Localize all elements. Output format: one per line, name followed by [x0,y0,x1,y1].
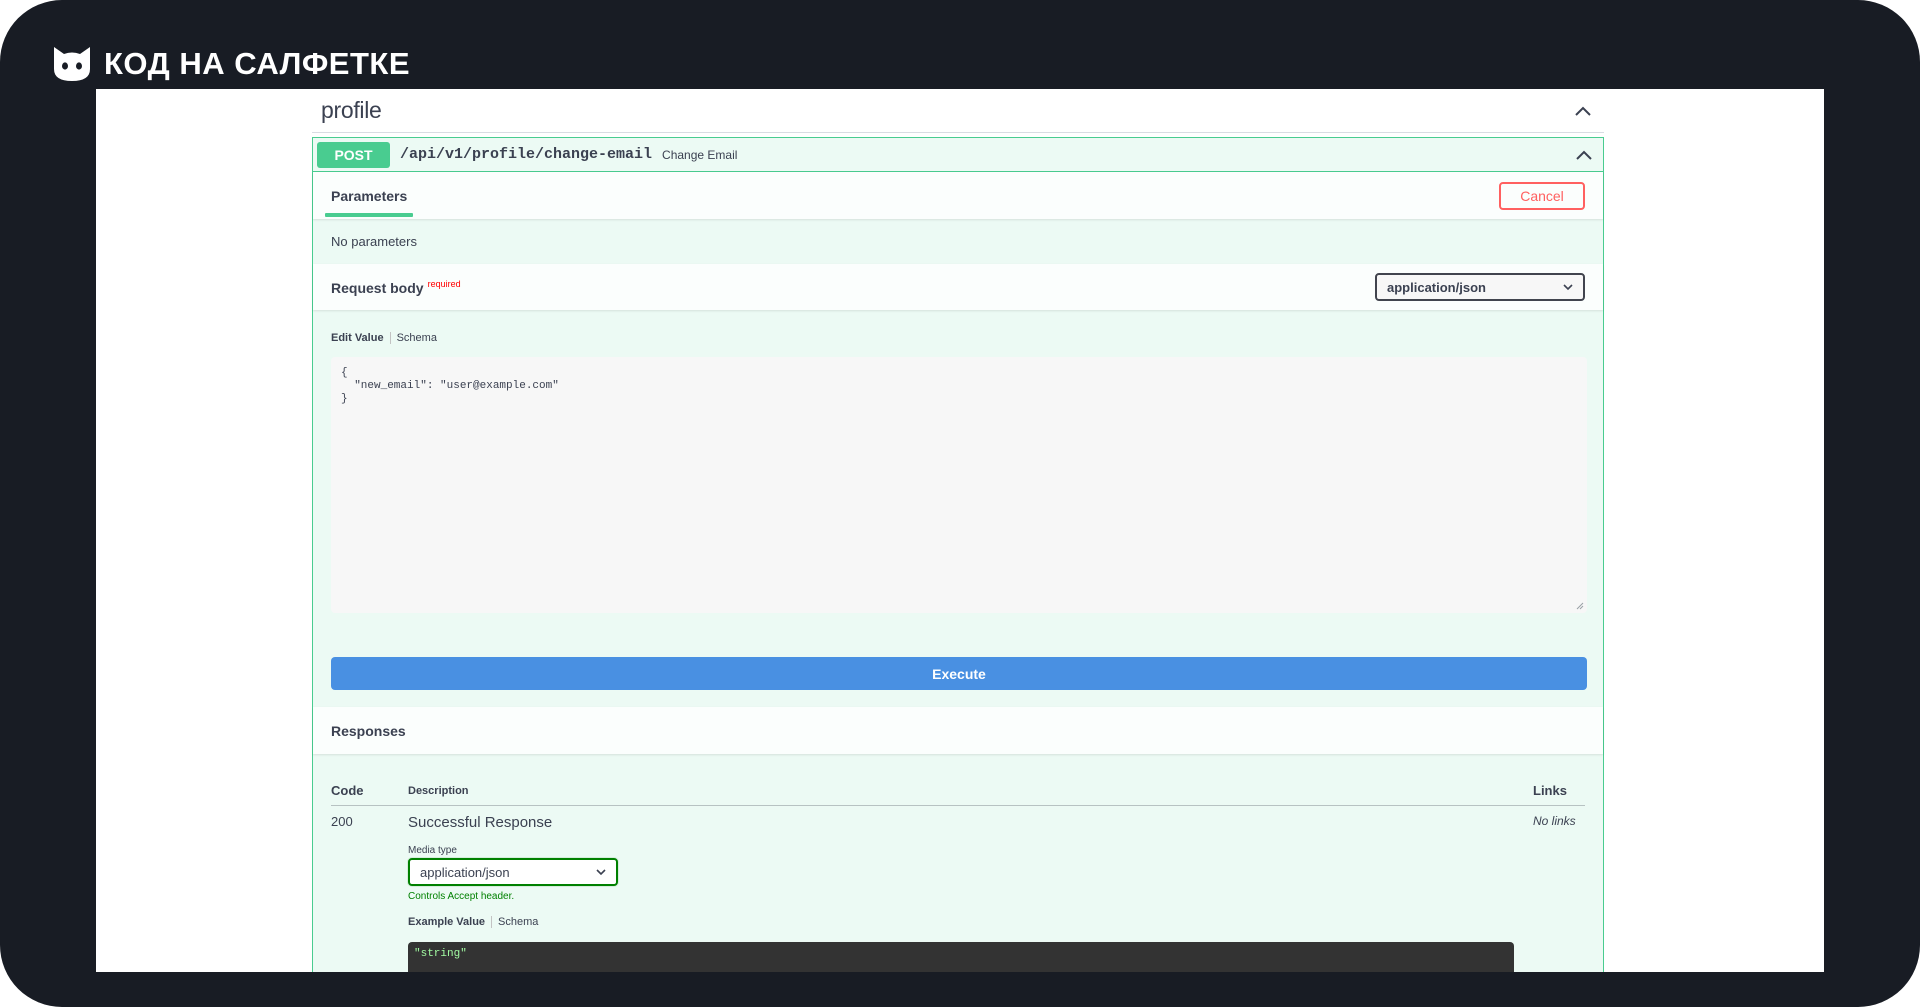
example-value-code: "string" [408,942,1514,972]
chevron-down-icon [1563,283,1573,290]
table-row: 200 Successful Response Media type appli… [331,806,1585,972]
controls-accept-hint: Controls Accept header. [408,891,515,902]
chevron-up-icon[interactable] [1575,149,1593,161]
tab-example-value[interactable]: Example Value [408,916,485,928]
cat-head-icon [54,47,90,81]
tab-edit-value[interactable]: Edit Value [331,332,384,344]
response-code: 200 [331,814,353,829]
operation-block: POST /api/v1/profile/change-email Change… [312,137,1604,972]
response-media-type-value: application/json [420,864,510,880]
browser-viewport: profile POST /api/v1/profile/change-emai… [96,89,1824,972]
brand-name: КОД НА САЛФЕТКЕ [104,46,411,81]
tab-schema[interactable]: Schema [397,332,437,344]
column-description: Description [408,784,469,797]
request-content-type-select[interactable]: application/json [1375,273,1585,301]
request-content-type-value: application/json [1387,279,1486,295]
parameters-header: Parameters Cancel [313,172,1603,219]
responses-title: Responses [331,722,406,739]
tab-divider [389,332,391,344]
operation-summary-text: Change Email [662,147,738,162]
execute-button[interactable]: Execute [331,657,1587,690]
request-body-tabs: Edit Value Schema [331,332,1585,344]
request-body-title: Request body required [331,279,461,296]
cancel-button[interactable]: Cancel [1499,181,1585,210]
tab-response-schema[interactable]: Schema [498,916,538,928]
responses-table-header: Code Description Links [331,776,1585,806]
video-frame: КОД НА САЛФЕТКЕ profile POST /api/v1/pro… [0,0,1920,1007]
example-tabs: Example Value Schema [408,916,1533,928]
collapse-toggle[interactable] [1575,149,1593,161]
request-body-textarea[interactable]: { "new_email": "user@example.com" } [331,357,1587,613]
media-type-label: Media type [408,845,457,856]
response-description-cell: Successful Response Media type applicati… [408,814,1533,972]
tag-section-header[interactable]: profile [312,89,1604,133]
operation-summary[interactable]: POST /api/v1/profile/change-email Change… [313,138,1603,172]
tab-parameters[interactable]: Parameters [324,172,414,219]
column-links: Links [1533,783,1567,798]
no-parameters-text: No parameters [331,234,417,249]
request-body-value: { "new_email": "user@example.com" } [341,367,559,405]
required-badge: required [427,278,461,289]
response-media-type-select[interactable]: application/json [408,858,618,886]
column-code: Code [331,783,364,798]
chevron-down-icon [596,868,606,875]
request-body-header: Request body required application/json [313,264,1603,310]
chevron-up-icon[interactable] [1574,105,1592,117]
response-links: No links [1533,814,1576,828]
request-body-label: Request body [331,279,424,296]
resize-grip-icon[interactable] [1576,602,1584,610]
responses-table: Code Description Links 200 Successful Re… [313,754,1603,972]
tab-divider [491,916,493,928]
responses-header: Responses [313,707,1603,754]
response-description: Successful Response [408,814,553,831]
request-body-editor-area: Edit Value Schema { "new_email": "user@e… [313,310,1603,690]
operation-path: /api/v1/profile/change-email [400,146,653,163]
tag-title: profile [321,97,382,123]
brand: КОД НА САЛФЕТКЕ [52,44,410,84]
method-badge: POST [317,141,390,168]
